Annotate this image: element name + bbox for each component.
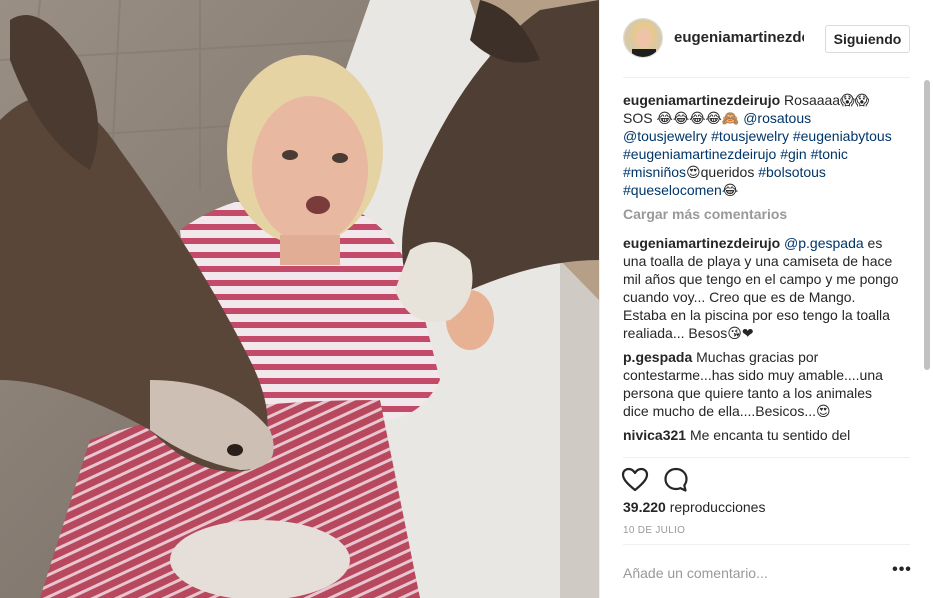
more-options-icon[interactable]: ••• xyxy=(892,562,912,582)
hashtag-link[interactable]: #gin xyxy=(780,146,806,162)
load-more-comments-button[interactable]: Cargar más comentarios xyxy=(623,205,899,223)
comment-item: eugeniamartinezdeirujo @p.gespada es una… xyxy=(623,234,899,342)
hashtag-link[interactable]: #eugeniabytous xyxy=(793,128,892,144)
heart-icon[interactable] xyxy=(621,466,649,494)
header-divider xyxy=(623,77,910,78)
avatar[interactable] xyxy=(623,18,663,58)
caption-text: 😍queridos xyxy=(686,164,759,180)
actions-divider xyxy=(623,457,910,458)
caption-text: 😂 xyxy=(721,182,739,198)
hashtag-link[interactable]: #tousjewelry xyxy=(711,128,789,144)
comment-item: p.gespada Muchas gracias por contestarme… xyxy=(623,348,899,420)
post-header: eugeniamartinezdeirujo Siguiendo xyxy=(600,0,933,78)
comment-username[interactable]: nivica321 xyxy=(623,427,686,443)
post-side-panel: eugeniamartinezdeirujo Siguiendo eugenia… xyxy=(600,0,933,598)
comment-username[interactable]: eugeniamartinezdeirujo xyxy=(623,235,780,251)
mention-link[interactable]: @rosatous xyxy=(743,110,811,126)
comment-item: nivica321 Me encanta tu sentido del xyxy=(623,426,899,444)
scrollbar-thumb[interactable] xyxy=(924,80,930,370)
hashtag-link[interactable]: #queselocomen xyxy=(623,182,722,198)
post-username[interactable]: eugeniamartinezdeirujo xyxy=(674,29,804,46)
post-video[interactable] xyxy=(0,0,599,598)
views-count: 39.220 reproducciones xyxy=(623,499,765,515)
post-date[interactable]: 10 DE JULIO xyxy=(623,525,685,536)
views-number: 39.220 xyxy=(623,499,666,515)
hashtag-link[interactable]: #bolsotous xyxy=(758,164,826,180)
comment-username[interactable]: p.gespada xyxy=(623,349,692,365)
comment-text: Me encanta tu sentido del xyxy=(686,427,851,443)
comment-box-divider xyxy=(623,544,910,545)
add-comment-input[interactable] xyxy=(623,560,873,586)
comments-list: eugeniamartinezdeirujo Rosaaaa😱😱 SOS 😂😂😂… xyxy=(623,91,899,457)
hashtag-link[interactable]: #tonic xyxy=(811,146,848,162)
comments-scrollbar[interactable] xyxy=(922,80,931,455)
caption-username[interactable]: eugeniamartinezdeirujo xyxy=(623,92,780,108)
video-frame xyxy=(0,0,599,598)
hashtag-link[interactable]: #misniños xyxy=(623,164,686,180)
avatar-image xyxy=(624,19,662,57)
speech-bubble-icon[interactable] xyxy=(662,466,690,494)
hashtag-link[interactable]: #eugeniamartinezdeirujo xyxy=(623,146,776,162)
mention-link[interactable]: @tousjewelry xyxy=(623,128,707,144)
mention-link[interactable]: @p.gespada xyxy=(784,235,864,251)
post-caption: eugeniamartinezdeirujo Rosaaaa😱😱 SOS 😂😂😂… xyxy=(623,91,899,199)
following-button[interactable]: Siguiendo xyxy=(825,25,910,53)
views-label: reproducciones xyxy=(665,499,766,515)
